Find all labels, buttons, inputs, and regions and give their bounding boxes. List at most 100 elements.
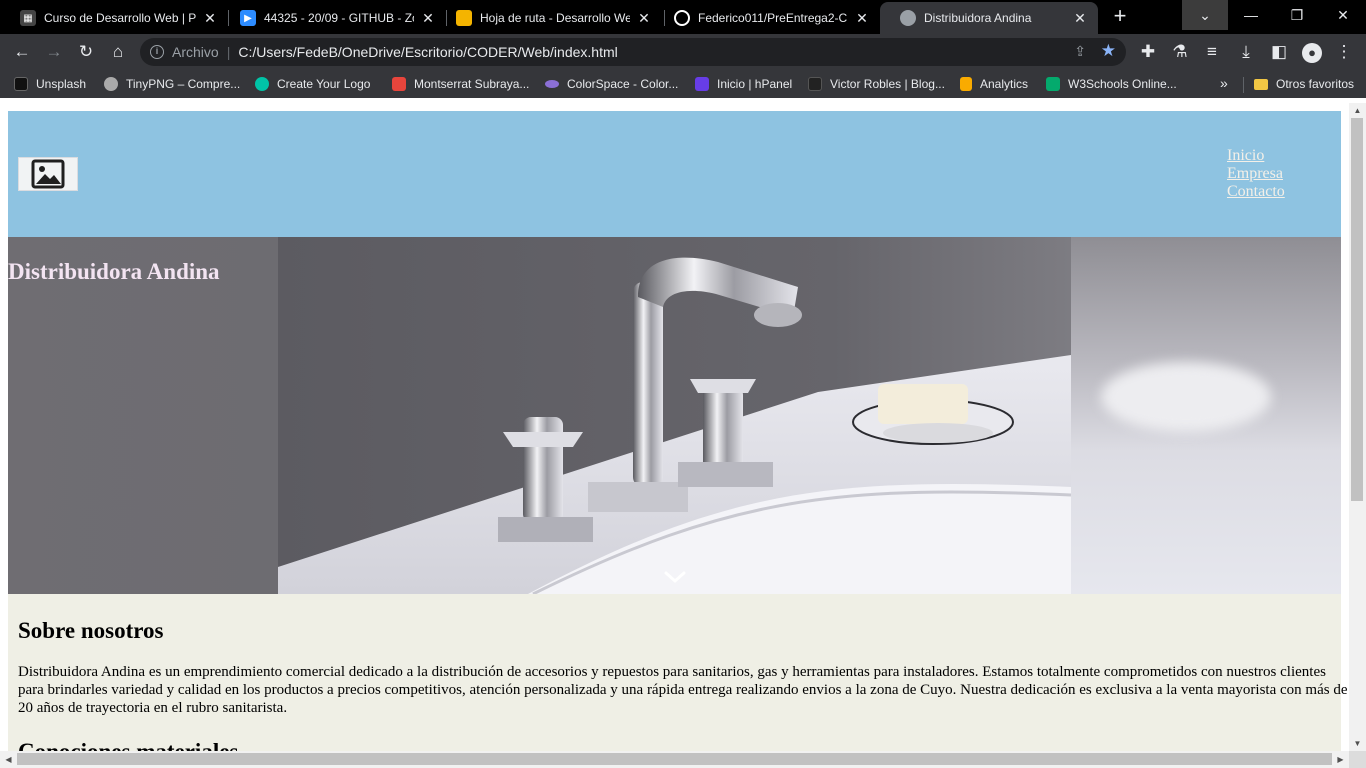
more-bookmarks-icon[interactable]: » xyxy=(1220,75,1228,91)
other-bookmarks-folder[interactable]: Otros favoritos xyxy=(1254,75,1354,93)
forward-icon[interactable]: → xyxy=(42,40,66,64)
home-icon[interactable]: ⌂ xyxy=(106,40,130,64)
new-tab-icon[interactable]: + xyxy=(1108,5,1132,29)
github-icon xyxy=(674,10,690,26)
labs-icon[interactable]: ⚗ xyxy=(1168,40,1192,64)
share-icon[interactable]: ⇪ xyxy=(1074,43,1086,60)
bookmark-create-your-logo[interactable]: Create Your Logo xyxy=(255,75,370,93)
bookmarks-bar: Unsplash TinyPNG – Compre... Create Your… xyxy=(0,70,1366,98)
logo-maker-icon xyxy=(255,77,269,91)
bookmark-label: Otros favoritos xyxy=(1276,77,1355,91)
download-icon[interactable]: ⤓ xyxy=(1234,40,1258,64)
scrollbar-corner xyxy=(1349,751,1366,768)
bookmark-tinypng[interactable]: TinyPNG – Compre... xyxy=(104,75,240,93)
hero-faucet-image xyxy=(278,237,1071,594)
tab-distribuidora-andina[interactable]: Distribuidora Andina ✕ xyxy=(880,2,1098,34)
coder-icon: ▦ xyxy=(20,10,36,26)
about-heading: Sobre nosotros xyxy=(18,618,164,643)
hero-blur-panel xyxy=(1071,237,1341,594)
back-icon[interactable]: ← xyxy=(10,40,34,64)
tab-title: Distribuidora Andina xyxy=(924,11,1032,25)
bookmark-label: W3Schools Online... xyxy=(1068,77,1177,91)
tab-hoja-de-ruta[interactable]: Hoja de ruta - Desarrollo We ✕ xyxy=(436,2,662,34)
minimize-icon[interactable]: — xyxy=(1228,0,1274,30)
logo-image-placeholder-icon[interactable] xyxy=(18,157,78,191)
bookmark-label: TinyPNG – Compre... xyxy=(126,77,241,91)
menu-icon[interactable]: ⋮ xyxy=(1332,40,1356,64)
address-divider: | xyxy=(226,44,231,60)
horizontal-scroll-thumb[interactable] xyxy=(17,753,1332,765)
bookmark-label: Inicio | hPanel xyxy=(717,77,793,91)
about-section: Sobre nosotros Distribuidora Andina es u… xyxy=(8,594,1348,768)
site-info-icon[interactable]: i xyxy=(150,45,164,59)
url-text[interactable]: C:/Users/FedeB/OneDrive/Escritorio/CODER… xyxy=(238,44,617,60)
nav-link-contacto[interactable]: Contacto xyxy=(1227,183,1285,201)
scroll-down-arrow-icon[interactable]: ▼ xyxy=(1349,736,1366,751)
analytics-icon xyxy=(960,77,972,91)
slides-icon xyxy=(456,10,472,26)
page-viewport: Inicio Empresa Contacto Distribuidora An… xyxy=(0,103,1366,768)
tab-github[interactable]: Federico011/PreEntrega2-Cu ✕ xyxy=(654,2,880,34)
about-paragraph: Distribuidora Andina es un emprendimient… xyxy=(18,664,1348,716)
site-header: Inicio Empresa Contacto xyxy=(8,111,1341,237)
unsplash-icon xyxy=(14,77,28,91)
bookmark-label: Analytics xyxy=(980,77,1029,91)
scroll-right-arrow-icon[interactable]: ▶ xyxy=(1332,751,1349,768)
tab-title: Curso de Desarrollo Web | Pl xyxy=(44,11,196,25)
globe-icon xyxy=(900,10,916,26)
tinypng-icon xyxy=(104,77,118,91)
tab-title: Federico011/PreEntrega2-Cu xyxy=(698,11,848,25)
reload-icon[interactable]: ↻ xyxy=(74,40,98,64)
blog-icon xyxy=(808,77,822,91)
bookmark-label: Create Your Logo xyxy=(277,77,371,91)
site-page: Inicio Empresa Contacto Distribuidora An… xyxy=(8,111,1348,768)
bookmarks-separator xyxy=(1243,77,1244,93)
hero-banner: Distribuidora Andina xyxy=(8,237,1341,594)
tab-zoom[interactable]: ▶ 44325 - 20/09 - GITHUB - Zo ✕ xyxy=(220,2,446,34)
restore-icon[interactable]: ❐ xyxy=(1274,0,1320,30)
bookmark-star-icon[interactable]: ★ xyxy=(1101,41,1116,61)
bookmark-w3schools[interactable]: W3Schools Online... xyxy=(1046,75,1177,93)
google-fonts-icon xyxy=(392,77,406,91)
bookmark-victor-robles[interactable]: Victor Robles | Blog... xyxy=(808,75,945,93)
bookmark-unsplash[interactable]: Unsplash xyxy=(14,75,86,93)
scheme-label: Archivo xyxy=(172,44,219,60)
tab-search-icon[interactable]: ⌄ xyxy=(1182,0,1228,30)
extensions-icon[interactable]: ✚ xyxy=(1136,40,1160,64)
colorspace-icon xyxy=(545,80,559,88)
bookmark-montserrat[interactable]: Montserrat Subraya... xyxy=(392,75,529,93)
address-bar[interactable]: i Archivo | C:/Users/FedeB/OneDrive/Escr… xyxy=(140,38,1126,66)
scroll-down-chevron-icon[interactable] xyxy=(663,570,687,584)
media-control-icon[interactable]: ≡ xyxy=(1200,40,1224,64)
profile-avatar-icon[interactable]: ● xyxy=(1300,40,1324,64)
bookmark-colorspace[interactable]: ColorSpace - Color... xyxy=(545,75,678,93)
tab-title: Hoja de ruta - Desarrollo We xyxy=(480,11,630,25)
bookmark-label: Victor Robles | Blog... xyxy=(830,77,945,91)
hero-blur-shape xyxy=(1101,362,1271,432)
tab-strip: ▦ Curso de Desarrollo Web | Pl ✕ ▶ 44325… xyxy=(0,0,1366,34)
nav-link-empresa[interactable]: Empresa xyxy=(1227,165,1285,183)
close-tab-icon[interactable]: ✕ xyxy=(420,10,436,27)
folder-icon xyxy=(1254,78,1268,90)
close-window-icon[interactable]: ✕ xyxy=(1320,0,1366,30)
hero-title: Distribuidora Andina xyxy=(8,259,220,284)
bookmark-label: Montserrat Subraya... xyxy=(414,77,530,91)
horizontal-scrollbar[interactable]: ◀ ▶ xyxy=(0,751,1349,768)
scroll-up-arrow-icon[interactable]: ▲ xyxy=(1349,103,1366,118)
close-tab-icon[interactable]: ✕ xyxy=(1072,10,1088,27)
close-tab-icon[interactable]: ✕ xyxy=(636,10,652,27)
tab-coder[interactable]: ▦ Curso de Desarrollo Web | Pl ✕ xyxy=(0,2,228,34)
nav-link-inicio[interactable]: Inicio xyxy=(1227,147,1285,165)
bookmark-hpanel[interactable]: Inicio | hPanel xyxy=(695,75,792,93)
scroll-left-arrow-icon[interactable]: ◀ xyxy=(0,751,17,768)
zoom-icon: ▶ xyxy=(240,10,256,26)
vertical-scrollbar[interactable]: ▲ ▼ xyxy=(1349,103,1366,751)
w3schools-icon xyxy=(1046,77,1060,91)
bookmark-label: ColorSpace - Color... xyxy=(567,77,679,91)
vertical-scroll-thumb[interactable] xyxy=(1351,118,1363,501)
close-tab-icon[interactable]: ✕ xyxy=(854,10,870,27)
side-panel-icon[interactable]: ◧ xyxy=(1267,40,1291,64)
bookmark-analytics[interactable]: Analytics xyxy=(960,75,1028,93)
close-tab-icon[interactable]: ✕ xyxy=(202,10,218,27)
bookmark-label: Unsplash xyxy=(36,77,87,91)
